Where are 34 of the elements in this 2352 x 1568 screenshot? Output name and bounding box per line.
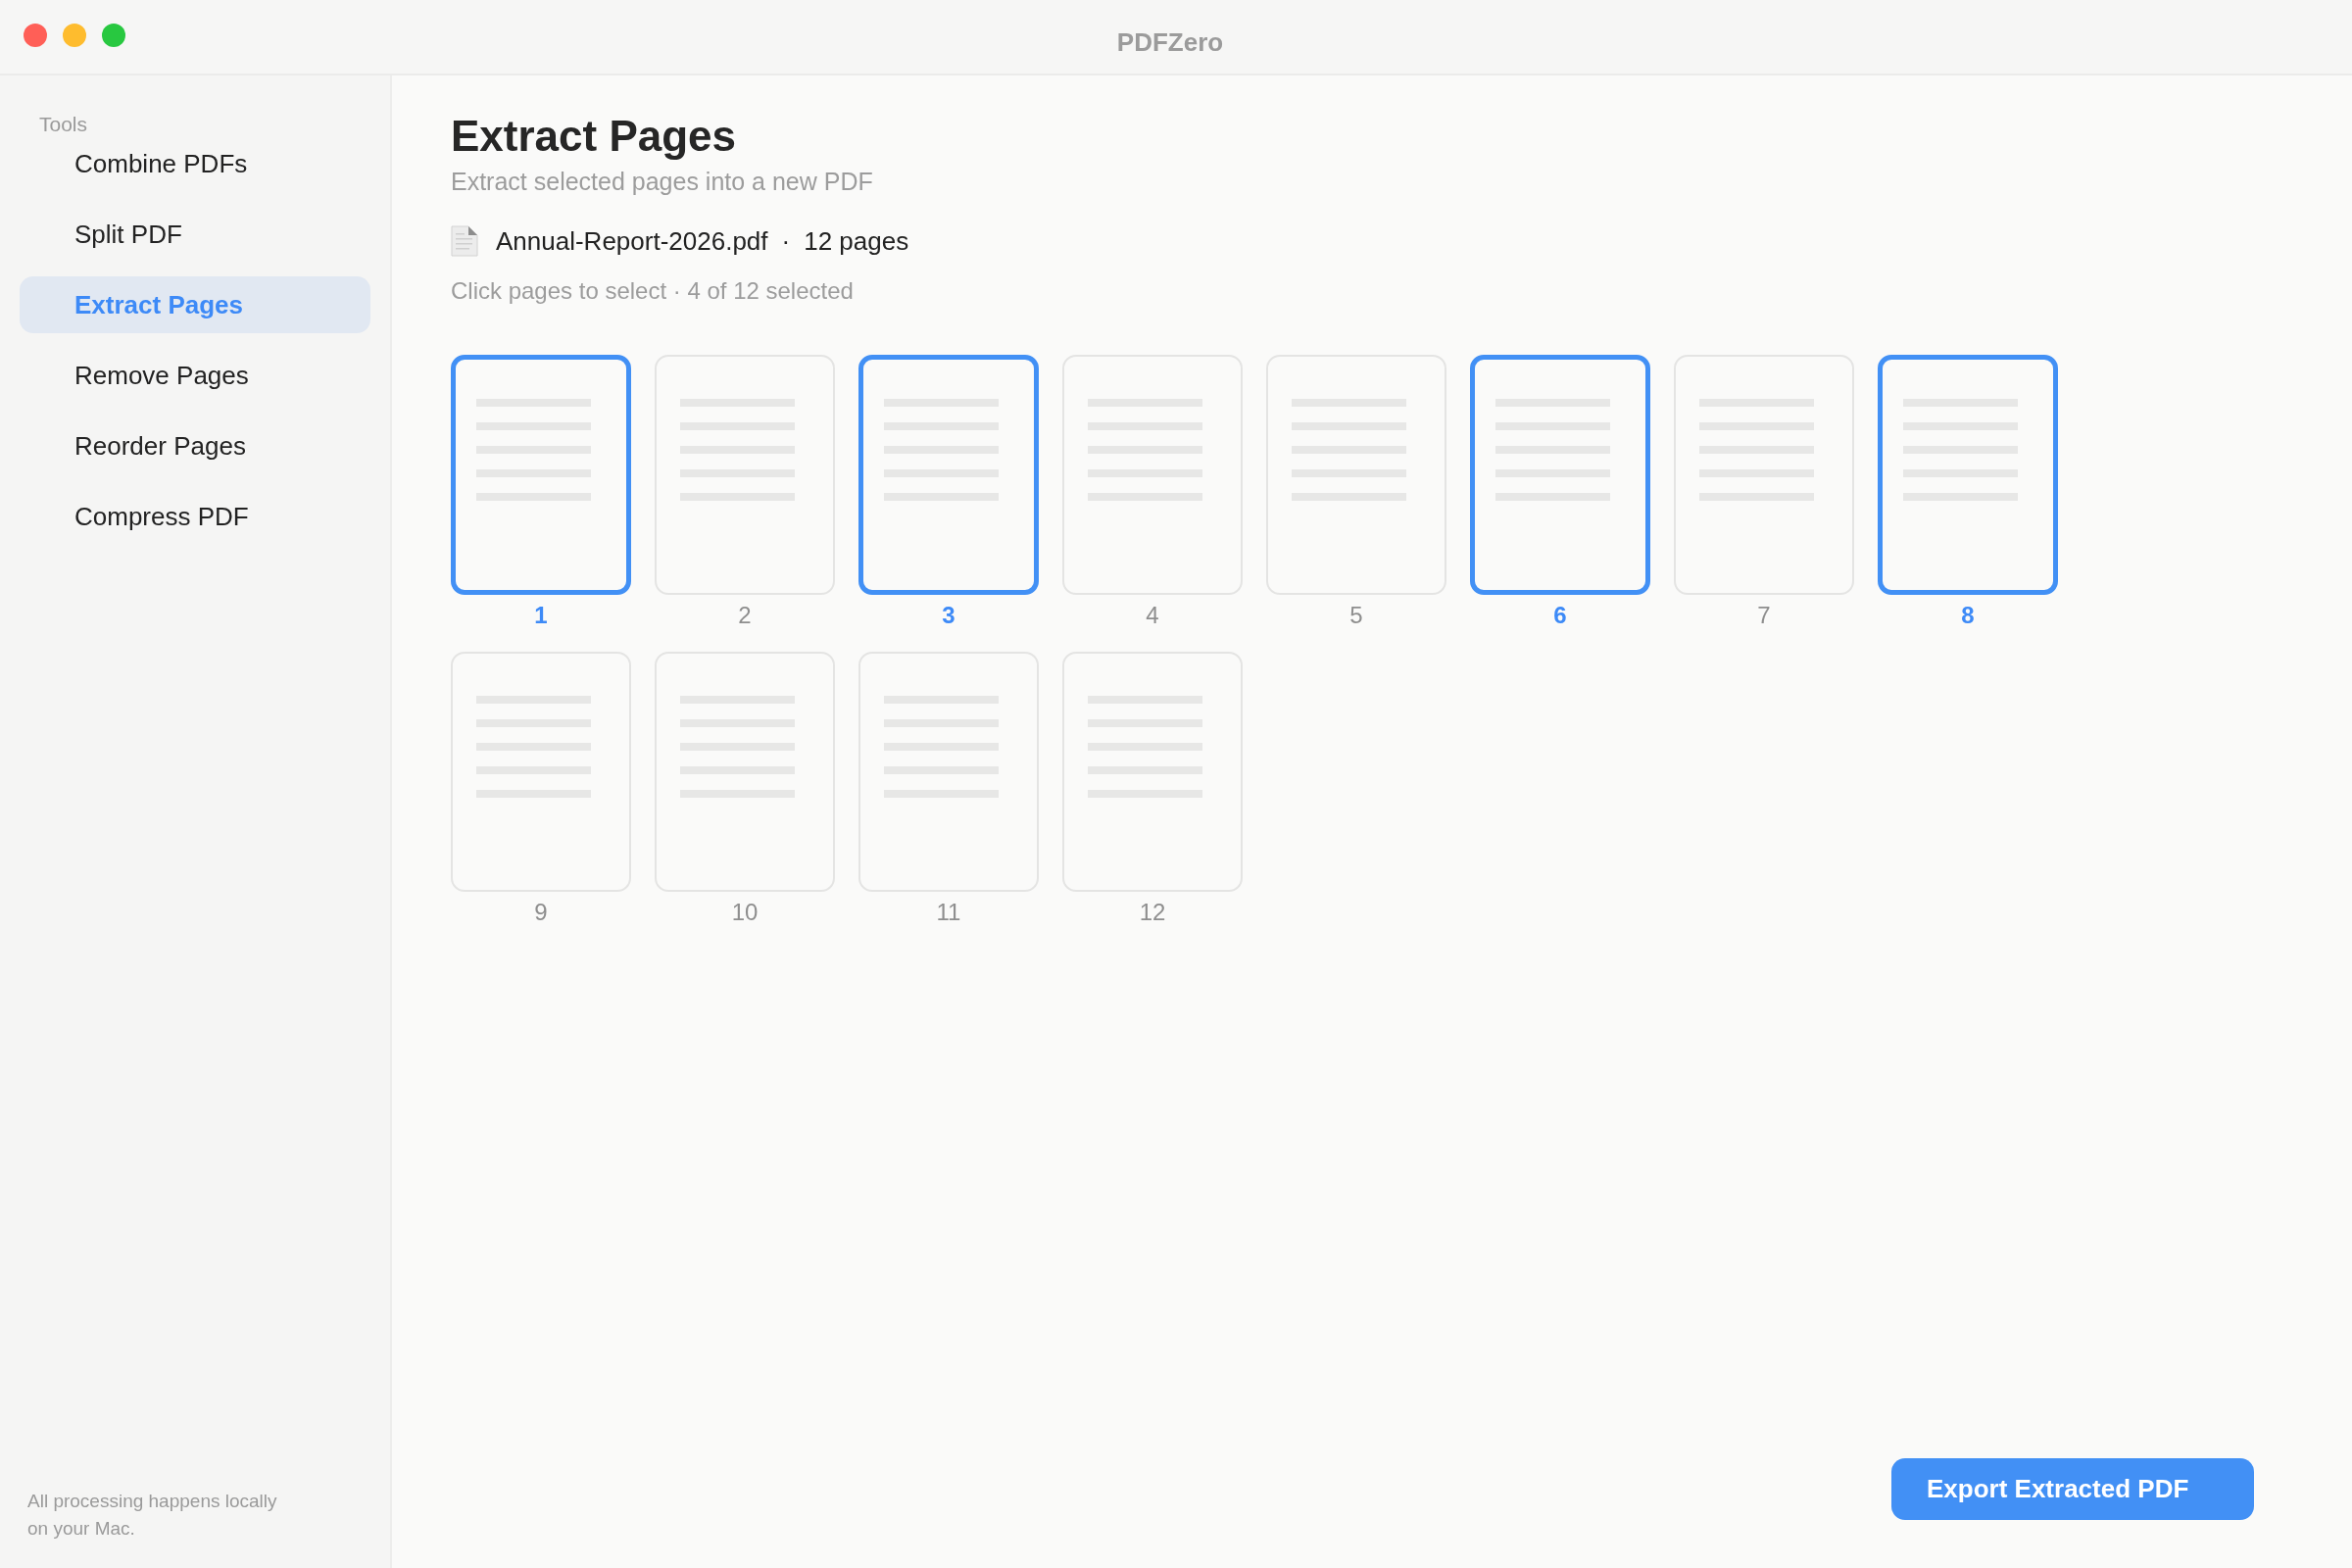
page-number: 7 — [1757, 601, 1771, 629]
document-icon — [451, 225, 478, 257]
page-number: 5 — [1349, 601, 1363, 629]
page-thumbnail[interactable] — [1878, 355, 2058, 595]
page-number: 1 — [534, 601, 548, 629]
section-label: Tools — [38, 113, 88, 135]
window-zoom-icon[interactable] — [102, 23, 125, 47]
window-close-icon[interactable] — [24, 23, 47, 47]
window-title: PDFZero — [1116, 26, 1224, 59]
sidebar-item[interactable]: Combine PDFs — [20, 135, 370, 192]
page-number: 12 — [1139, 898, 1166, 926]
page-number: 10 — [731, 898, 759, 926]
page-number: 2 — [738, 601, 752, 629]
page-number: 9 — [534, 898, 548, 926]
page-number: 3 — [942, 601, 956, 629]
page-number: 4 — [1146, 601, 1159, 629]
page-title: Extract Pages — [451, 111, 737, 162]
page-number: 8 — [1961, 601, 1975, 629]
file-name: Annual-Report-2026.pdf — [496, 224, 768, 258]
page-thumbnail[interactable] — [451, 355, 631, 595]
page-number: 6 — [1553, 601, 1567, 629]
sidebar-item[interactable]: Compress PDF — [20, 488, 370, 545]
separator-dot: · — [781, 224, 791, 258]
page-subtitle: Extract selected pages into a new PDF — [451, 167, 873, 196]
sidebar-item[interactable]: Remove Pages — [20, 347, 370, 404]
page-count: 12 pages — [804, 224, 909, 258]
page-thumbnail[interactable] — [1470, 355, 1650, 595]
selection-hint: Click pages to select · 4 of 12 selected — [451, 276, 854, 305]
sidebar-item[interactable]: Reorder Pages — [20, 417, 370, 474]
window-minimize-icon[interactable] — [63, 23, 86, 47]
page-number: 11 — [936, 898, 961, 926]
sidebar-item[interactable]: Split PDF — [20, 206, 370, 263]
footer-note: All processing happens locally on your Mac. — [27, 1490, 278, 1541]
page-thumbnail[interactable] — [858, 355, 1039, 595]
